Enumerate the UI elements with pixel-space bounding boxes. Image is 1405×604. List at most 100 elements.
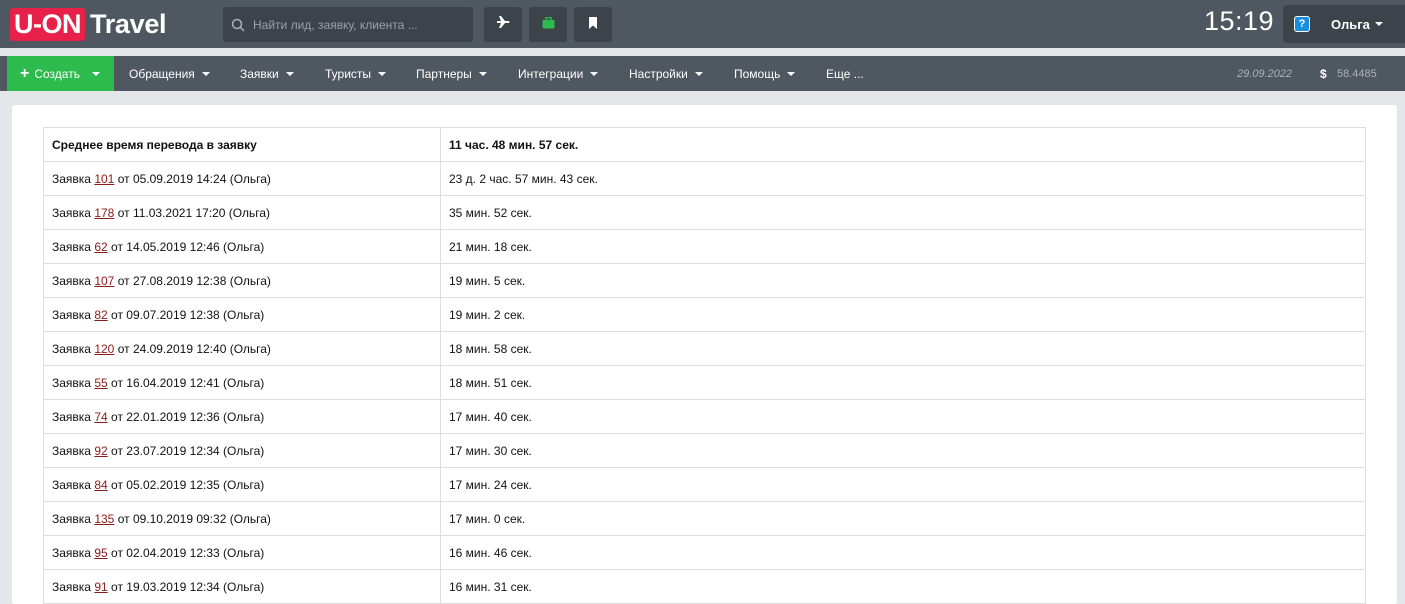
request-cell: Заявка 74 от 22.01.2019 12:36 (Ольга) — [43, 399, 441, 434]
request-info: от 05.09.2019 14:24 (Ольга) — [117, 171, 271, 186]
nav-item-more[interactable]: Еще ... — [826, 56, 864, 91]
logo-text: Travel — [90, 8, 167, 39]
nav-item-label: Обращения — [129, 66, 195, 81]
plane-icon — [496, 15, 510, 34]
search-icon — [223, 7, 253, 42]
request-cell: Заявка 91 от 19.03.2019 12:34 (Ольга) — [43, 569, 441, 604]
request-cell: Заявка 92 от 23.07.2019 12:34 (Ольга) — [43, 433, 441, 468]
conversion-time: 19 мин. 5 сек. — [440, 263, 1366, 298]
chevron-down-icon — [91, 71, 100, 76]
request-link[interactable]: 95 — [94, 546, 107, 560]
conversion-time: 21 мин. 18 сек. — [440, 229, 1366, 264]
request-link[interactable]: 101 — [94, 172, 114, 186]
table-row: Заявка 120 от 24.09.2019 12:40 (Ольга) 18… — [43, 331, 1366, 366]
table-row: Заявка 107 от 27.08.2019 12:38 (Ольга) 19… — [43, 263, 1366, 298]
header-value: 11 час. 48 мин. 57 сек. — [440, 127, 1366, 162]
request-cell: Заявка 120 от 24.09.2019 12:40 (Ольга) — [43, 331, 441, 366]
table-header-row: Среднее время перевода в заявку 11 час. … — [43, 127, 1366, 162]
chevron-down-icon — [590, 71, 599, 76]
table-row: Заявка 82 от 09.07.2019 12:38 (Ольга) 19 … — [43, 297, 1366, 332]
conversion-time: 17 мин. 0 сек. — [440, 501, 1366, 536]
conversion-time: 18 мин. 51 сек. — [440, 365, 1366, 400]
request-link[interactable]: 92 — [94, 444, 107, 458]
request-word: Заявка — [52, 511, 91, 526]
request-cell: Заявка 55 от 16.04.2019 12:41 (Ольга) — [43, 365, 441, 400]
nav-item-help[interactable]: Помощь — [734, 56, 796, 91]
help-icon[interactable]: ? — [1294, 16, 1310, 32]
top-bar: U-ON Travel 15:19 ? Ольга — [0, 0, 1405, 48]
create-button[interactable]: + Создать — [7, 56, 114, 91]
chevron-down-icon — [378, 71, 387, 76]
request-info: от 05.02.2019 12:35 (Ольга) — [111, 477, 265, 492]
current-date: 29.09.2022 — [1237, 68, 1293, 80]
nav-item-label: Туристы — [325, 66, 372, 81]
table-row: Заявка 92 от 23.07.2019 12:34 (Ольга) 17 … — [43, 433, 1366, 468]
conversion-time: 18 мин. 58 сек. — [440, 331, 1366, 366]
request-link[interactable]: 82 — [94, 308, 107, 322]
request-link[interactable]: 74 — [94, 410, 107, 424]
request-info: от 23.07.2019 12:34 (Ольга) — [111, 443, 265, 458]
logo-badge: U-ON — [10, 7, 85, 41]
chevron-down-icon — [694, 71, 703, 76]
request-link[interactable]: 84 — [94, 478, 107, 492]
request-word: Заявка — [52, 477, 91, 492]
user-menu-button[interactable]: ? Ольга — [1283, 5, 1405, 43]
request-cell: Заявка 95 от 02.04.2019 12:33 (Ольга) — [43, 535, 441, 570]
search-input[interactable] — [253, 17, 473, 32]
request-cell: Заявка 82 от 09.07.2019 12:38 (Ольга) — [43, 297, 441, 332]
request-link[interactable]: 178 — [94, 206, 114, 220]
conversion-time: 17 мин. 30 сек. — [440, 433, 1366, 468]
main-nav: + Создать Обращения Заявки Туристы Партн… — [0, 56, 1405, 91]
conversion-time: 17 мин. 40 сек. — [440, 399, 1366, 434]
header-label: Среднее время перевода в заявку — [43, 127, 441, 162]
table-row: Заявка 62 от 14.05.2019 12:46 (Ольга) 21 … — [43, 229, 1366, 264]
nav-item-integrations[interactable]: Интеграции — [518, 56, 599, 91]
nav-item-label: Еще ... — [826, 66, 864, 81]
table-row: Заявка 91 от 19.03.2019 12:34 (Ольга) 16 … — [43, 569, 1366, 604]
bookmarks-button[interactable] — [574, 7, 612, 42]
request-link[interactable]: 91 — [94, 580, 107, 594]
table-row: Заявка 101 от 05.09.2019 14:24 (Ольга) 23… — [43, 161, 1366, 196]
table-row: Заявка 74 от 22.01.2019 12:36 (Ольга) 17 … — [43, 399, 1366, 434]
nav-item-label: Помощь — [734, 66, 781, 81]
tours-button[interactable] — [529, 7, 567, 42]
nav-item-label: Настройки — [629, 66, 688, 81]
request-link[interactable]: 107 — [94, 274, 114, 288]
logo[interactable]: U-ON Travel — [10, 7, 167, 41]
request-link[interactable]: 120 — [94, 342, 114, 356]
request-word: Заявка — [52, 443, 91, 458]
request-word: Заявка — [52, 239, 91, 254]
request-cell: Заявка 178 от 11.03.2021 17:20 (Ольга) — [43, 195, 441, 230]
request-info: от 11.03.2021 17:20 (Ольга) — [117, 205, 271, 220]
request-word: Заявка — [52, 205, 91, 220]
user-name: Ольга — [1331, 16, 1370, 32]
bookmark-icon — [588, 16, 598, 34]
nav-item-settings[interactable]: Настройки — [629, 56, 703, 91]
report-panel: Среднее время перевода в заявку 11 час. … — [12, 105, 1397, 604]
nav-item-partners[interactable]: Партнеры — [416, 56, 487, 91]
table-row: Заявка 84 от 05.02.2019 12:35 (Ольга) 17 … — [43, 467, 1366, 502]
conversion-time: 16 мин. 31 сек. — [440, 569, 1366, 604]
create-label: Создать — [34, 66, 80, 81]
table-row: Заявка 178 от 11.03.2021 17:20 (Ольга) 35… — [43, 195, 1366, 230]
nav-item-label: Интеграции — [518, 66, 584, 81]
request-link[interactable]: 55 — [94, 376, 107, 390]
clock: 15:19 — [1204, 6, 1275, 36]
request-word: Заявка — [52, 171, 91, 186]
nav-item-requests[interactable]: Заявки — [240, 56, 294, 91]
request-info: от 09.10.2019 09:32 (Ольга) — [117, 511, 271, 526]
request-link[interactable]: 62 — [94, 240, 107, 254]
chevron-down-icon — [201, 71, 210, 76]
conversion-time: 35 мин. 52 сек. — [440, 195, 1366, 230]
dollar-icon: $ — [1320, 67, 1327, 81]
conversion-time: 23 д. 2 час. 57 мин. 43 сек. — [440, 161, 1366, 196]
chevron-down-icon — [285, 71, 294, 76]
flights-button[interactable] — [484, 7, 522, 42]
nav-item-appeals[interactable]: Обращения — [129, 56, 210, 91]
request-link[interactable]: 135 — [94, 512, 114, 526]
request-info: от 19.03.2019 12:34 (Ольга) — [111, 579, 265, 594]
request-cell: Заявка 62 от 14.05.2019 12:46 (Ольга) — [43, 229, 441, 264]
request-word: Заявка — [52, 579, 91, 594]
request-info: от 27.08.2019 12:38 (Ольга) — [117, 273, 271, 288]
nav-item-tourists[interactable]: Туристы — [325, 56, 387, 91]
